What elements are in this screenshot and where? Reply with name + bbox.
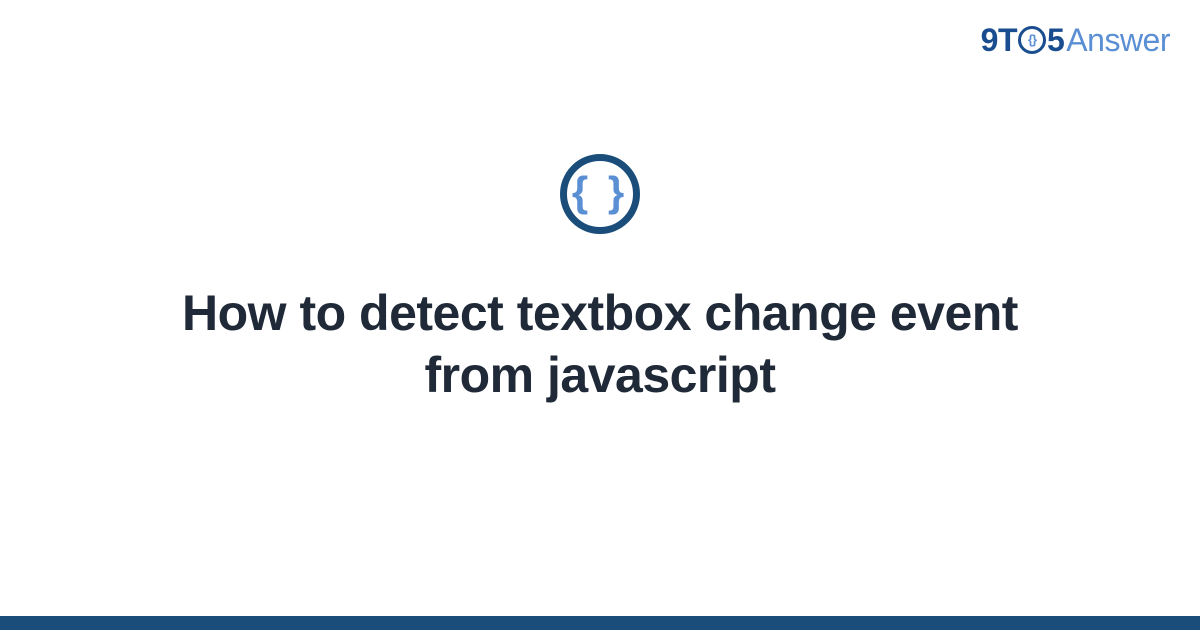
code-braces-icon: { } [572,171,628,213]
main-content: { } How to detect textbox change event f… [0,0,1200,630]
page-title: How to detect textbox change event from … [125,282,1075,407]
footer-accent-bar [0,616,1200,630]
category-icon-circle: { } [560,154,640,234]
